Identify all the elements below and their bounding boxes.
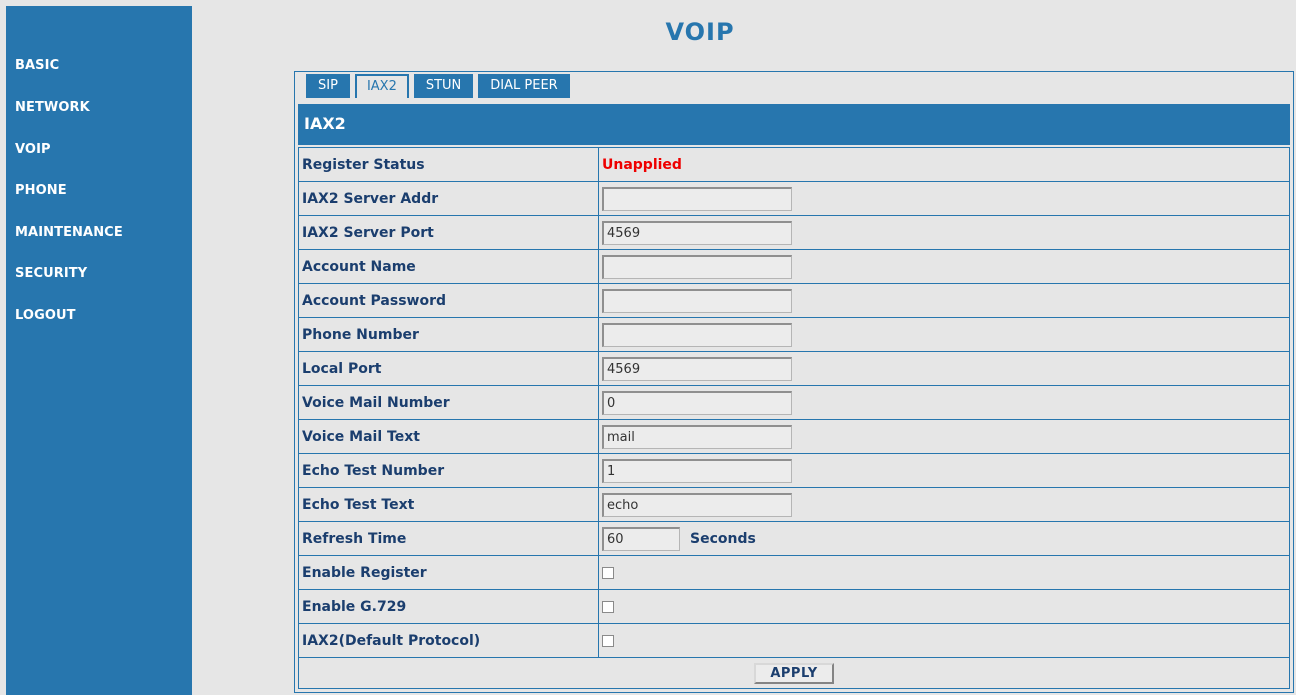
phone-number-input[interactable] [602,322,792,347]
nav-item-voip[interactable]: VOIP [15,142,51,157]
refresh-time-unit: Seconds [690,530,756,547]
enable-g729-label: Enable G.729 [298,589,599,624]
refresh-time-input[interactable] [602,526,680,551]
enable-register-checkbox[interactable] [602,566,614,579]
account-name-input[interactable] [602,254,792,279]
account-password-label: Account Password [298,283,599,318]
table-row: IAX2 Server Addr [298,181,1290,216]
table-row: Account Name [298,249,1290,284]
table-row: Echo Test Number [298,453,1290,488]
tab-stun[interactable]: STUN [413,74,474,98]
server-addr-label: IAX2 Server Addr [298,181,599,216]
voice-mail-text-label: Voice Mail Text [298,419,599,454]
page-title: VOIP [665,18,735,46]
tab-dial-peer[interactable]: DIAL PEER [478,74,570,98]
tab-sip[interactable]: SIP [306,74,350,98]
sidebar: BASIC NETWORK VOIP PHONE MAINTENANCE SEC… [6,6,192,695]
register-status-value: Unapplied [602,156,682,173]
tab-bar: SIP IAX2 STUN DIAL PEER [306,74,570,98]
table-row: Account Password [298,283,1290,318]
account-password-input[interactable] [602,288,792,313]
table-row: Voice Mail Text [298,419,1290,454]
default-protocol-label: IAX2(Default Protocol) [298,623,599,658]
section-title: IAX2 [304,114,346,133]
table-row: IAX2(Default Protocol) [298,623,1290,658]
phone-number-label: Phone Number [298,317,599,352]
refresh-time-label: Refresh Time [298,521,599,556]
section-header: IAX2 [298,104,1290,145]
nav-item-logout[interactable]: LOGOUT [15,308,76,323]
default-protocol-checkbox[interactable] [602,634,614,647]
nav-item-network[interactable]: NETWORK [15,100,90,115]
nav-item-maintenance[interactable]: MAINTENANCE [15,225,123,240]
table-row: IAX2 Server Port [298,215,1290,250]
register-status-label: Register Status [298,147,599,182]
local-port-input[interactable] [602,356,792,381]
table-row: Echo Test Text [298,487,1290,522]
voice-mail-number-input[interactable] [602,390,792,415]
local-port-label: Local Port [298,351,599,386]
table-row: Register Status Unapplied [298,147,1290,182]
apply-button[interactable]: APPLY [754,662,834,684]
echo-test-text-input[interactable] [602,492,792,517]
server-addr-input[interactable] [602,186,792,211]
table-row: Local Port [298,351,1290,386]
echo-test-text-label: Echo Test Text [298,487,599,522]
nav-item-security[interactable]: SECURITY [15,266,87,281]
table-row: Voice Mail Number [298,385,1290,420]
enable-register-label: Enable Register [298,555,599,590]
server-port-input[interactable] [602,220,792,245]
server-port-label: IAX2 Server Port [298,215,599,250]
nav-item-phone[interactable]: PHONE [15,183,67,198]
table-row: Enable Register [298,555,1290,590]
echo-test-number-input[interactable] [602,458,792,483]
iax2-settings-table: Register Status Unapplied IAX2 Server Ad… [298,147,1290,689]
table-row: Refresh Time Seconds [298,521,1290,556]
nav-item-basic[interactable]: BASIC [15,58,59,73]
voice-mail-number-label: Voice Mail Number [298,385,599,420]
account-name-label: Account Name [298,249,599,284]
apply-row: APPLY [298,657,1290,689]
enable-g729-checkbox[interactable] [602,600,614,613]
echo-test-number-label: Echo Test Number [298,453,599,488]
tab-iax2[interactable]: IAX2 [354,74,409,98]
voice-mail-text-input[interactable] [602,424,792,449]
table-row: Enable G.729 [298,589,1290,624]
table-row: Phone Number [298,317,1290,352]
